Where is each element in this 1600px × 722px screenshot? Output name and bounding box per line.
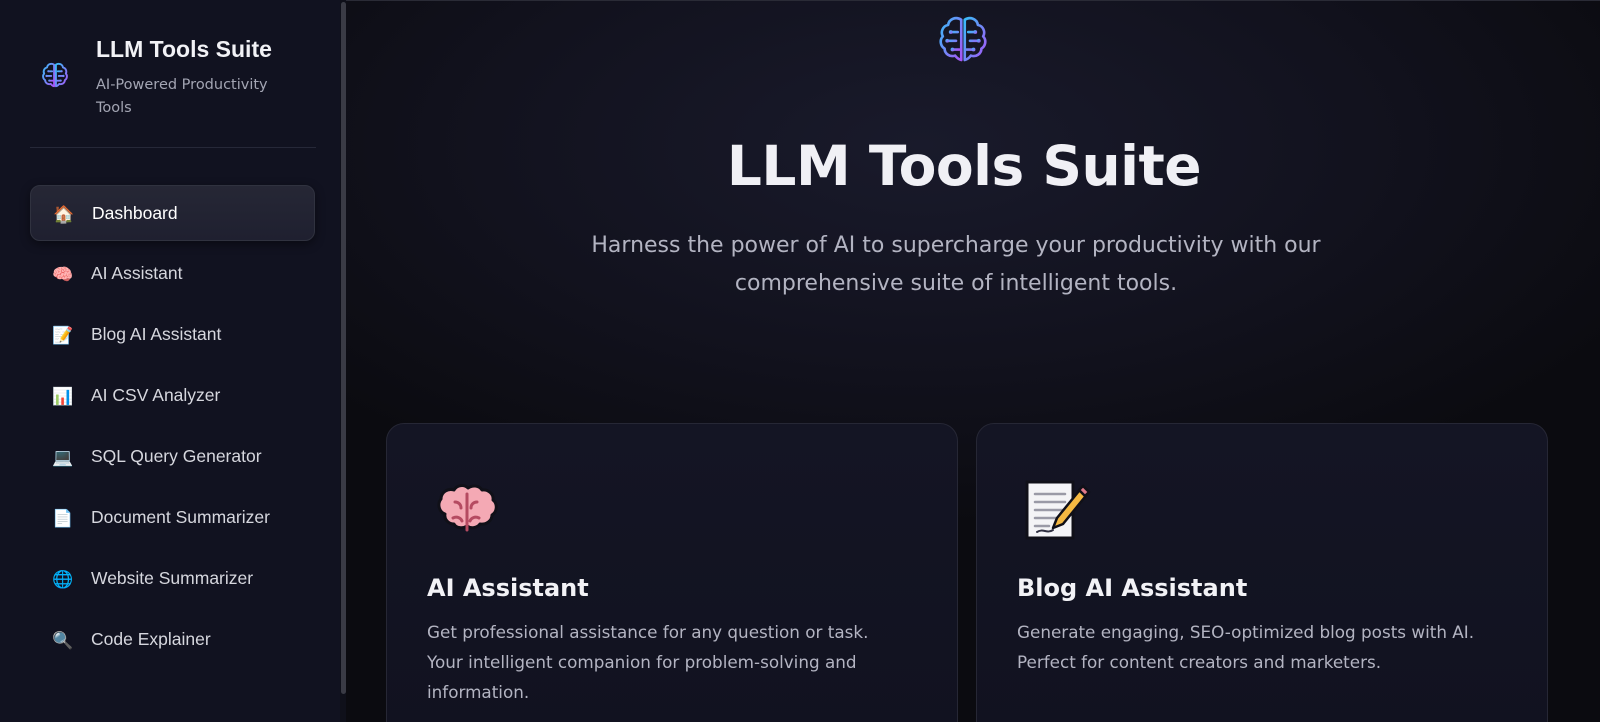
memo-icon bbox=[1025, 480, 1091, 540]
sidebar-item-dashboard[interactable]: 🏠 Dashboard bbox=[30, 185, 315, 241]
sidebar-brand: LLM Tools Suite AI-Powered Productivity … bbox=[0, 0, 340, 146]
sidebar: LLM Tools Suite AI-Powered Productivity … bbox=[0, 0, 346, 722]
page-title: LLM Tools Suite bbox=[726, 134, 1202, 198]
sidebar-item-ai-csv-analyzer[interactable]: 📊 AI CSV Analyzer bbox=[30, 368, 315, 424]
laptop-icon: 💻 bbox=[52, 448, 74, 468]
app-root: LLM Tools Suite AI-Powered Productivity … bbox=[0, 0, 1600, 722]
sidebar-item-website-summarizer[interactable]: 🌐 Website Summarizer bbox=[30, 551, 315, 607]
sidebar-item-label: Code Explainer bbox=[91, 629, 211, 649]
main-content: LLM Tools Suite Harness the power of AI … bbox=[346, 0, 1600, 722]
sidebar-item-label: AI CSV Analyzer bbox=[91, 385, 221, 405]
sidebar-item-label: SQL Query Generator bbox=[91, 446, 262, 466]
tool-card-description: Generate engaging, SEO-optimized blog po… bbox=[1017, 622, 1475, 672]
tool-card-title: Blog AI Assistant bbox=[1017, 574, 1248, 602]
sidebar-item-label: AI Assistant bbox=[91, 263, 183, 283]
sidebar-app-subtitle: AI-Powered Productivity Tools bbox=[96, 77, 268, 116]
tool-card-ai-assistant[interactable]: AI Assistant Get professional assistance… bbox=[386, 423, 958, 722]
brain-icon: 🧠 bbox=[52, 265, 74, 285]
brain-circuit-icon bbox=[939, 16, 987, 62]
house-icon: 🏠 bbox=[53, 205, 75, 225]
sidebar-item-document-summarizer[interactable]: 📄 Document Summarizer bbox=[30, 490, 315, 546]
magnifier-icon: 🔍 bbox=[52, 631, 74, 651]
bar-chart-icon: 📊 bbox=[52, 387, 74, 407]
sidebar-item-sql-query-generator[interactable]: 💻 SQL Query Generator bbox=[30, 429, 315, 485]
sidebar-item-ai-assistant[interactable]: 🧠 AI Assistant bbox=[30, 246, 315, 302]
page-subtitle: Harness the power of AI to supercharge y… bbox=[591, 233, 1321, 296]
globe-icon: 🌐 bbox=[52, 570, 74, 590]
tool-card-title: AI Assistant bbox=[427, 574, 589, 602]
sidebar-item-label: Dashboard bbox=[92, 203, 178, 223]
memo-icon: 📝 bbox=[52, 326, 74, 346]
sidebar-app-title: LLM Tools Suite bbox=[96, 36, 272, 62]
sidebar-divider bbox=[30, 147, 316, 148]
sidebar-item-code-explainer[interactable]: 🔍 Code Explainer bbox=[30, 612, 315, 668]
sidebar-item-label: Document Summarizer bbox=[91, 507, 270, 527]
brain-circuit-icon bbox=[42, 62, 68, 88]
document-icon: 📄 bbox=[52, 509, 74, 529]
sidebar-item-blog-ai-assistant[interactable]: 📝 Blog AI Assistant bbox=[30, 307, 315, 363]
brain-icon bbox=[437, 484, 498, 532]
tool-card-blog-ai-assistant[interactable]: Blog AI Assistant Generate engaging, SEO… bbox=[976, 423, 1548, 722]
sidebar-item-label: Website Summarizer bbox=[91, 568, 254, 588]
tool-card-description: Get professional assistance for any ques… bbox=[427, 622, 869, 702]
sidebar-item-label: Blog AI Assistant bbox=[91, 324, 222, 344]
